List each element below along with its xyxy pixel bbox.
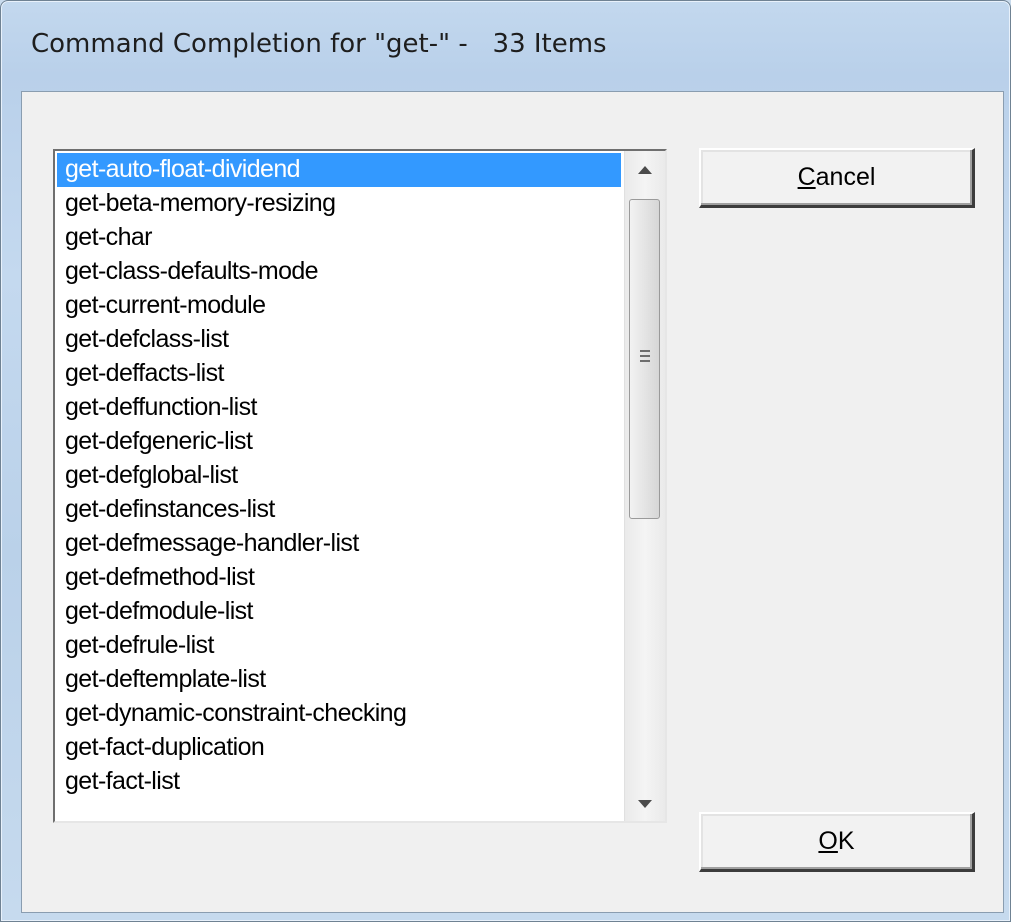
scroll-thumb[interactable] <box>629 199 660 519</box>
cancel-mnemonic: C <box>797 163 816 191</box>
cancel-button[interactable]: Cancel <box>699 148 975 208</box>
arrow-up-icon <box>638 161 652 177</box>
list-item[interactable]: get-deftemplate-list <box>57 663 621 697</box>
ok-label: K <box>837 827 855 855</box>
arrow-down-icon <box>638 795 652 811</box>
list-item[interactable]: get-current-module <box>57 289 621 323</box>
ok-mnemonic: O <box>818 827 838 855</box>
list-item[interactable]: get-class-defaults-mode <box>57 255 621 289</box>
list-item[interactable]: get-beta-memory-resizing <box>57 187 621 221</box>
list-item[interactable]: get-definstances-list <box>57 493 621 527</box>
list-item[interactable]: get-defclass-list <box>57 323 621 357</box>
scroll-down-button[interactable] <box>625 785 665 821</box>
list-item[interactable]: get-fact-duplication <box>57 731 621 765</box>
dialog-client-area: get-auto-float-dividend get-beta-memory-r… <box>21 91 1004 913</box>
ok-button[interactable]: OK <box>699 812 975 872</box>
list-item[interactable]: get-fact-list <box>57 765 621 799</box>
list-item[interactable]: get-defmodule-list <box>57 595 621 629</box>
list-item[interactable]: get-auto-float-dividend <box>57 153 621 187</box>
list-item[interactable]: get-defglobal-list <box>57 459 621 493</box>
vertical-scrollbar[interactable] <box>624 151 665 821</box>
list-item[interactable]: get-defrule-list <box>57 629 621 663</box>
scroll-up-button[interactable] <box>625 151 665 187</box>
list-item[interactable]: get-deffacts-list <box>57 357 621 391</box>
list-item[interactable]: get-defmessage-handler-list <box>57 527 621 561</box>
window-title: Command Completion for "get-" - 33 Items <box>31 29 607 59</box>
completion-list-items: get-auto-float-dividend get-beta-memory-r… <box>57 153 621 799</box>
list-item[interactable]: get-char <box>57 221 621 255</box>
list-item[interactable]: get-dynamic-constraint-checking <box>57 697 621 731</box>
list-item[interactable]: get-deffunction-list <box>57 391 621 425</box>
completion-listbox[interactable]: get-auto-float-dividend get-beta-memory-r… <box>53 149 667 823</box>
grip-icon <box>640 350 650 362</box>
cancel-label: ancel <box>815 163 876 191</box>
list-item[interactable]: get-defmethod-list <box>57 561 621 595</box>
list-item[interactable]: get-defgeneric-list <box>57 425 621 459</box>
dialog-window: Command Completion for "get-" - 33 Items… <box>0 0 1011 922</box>
